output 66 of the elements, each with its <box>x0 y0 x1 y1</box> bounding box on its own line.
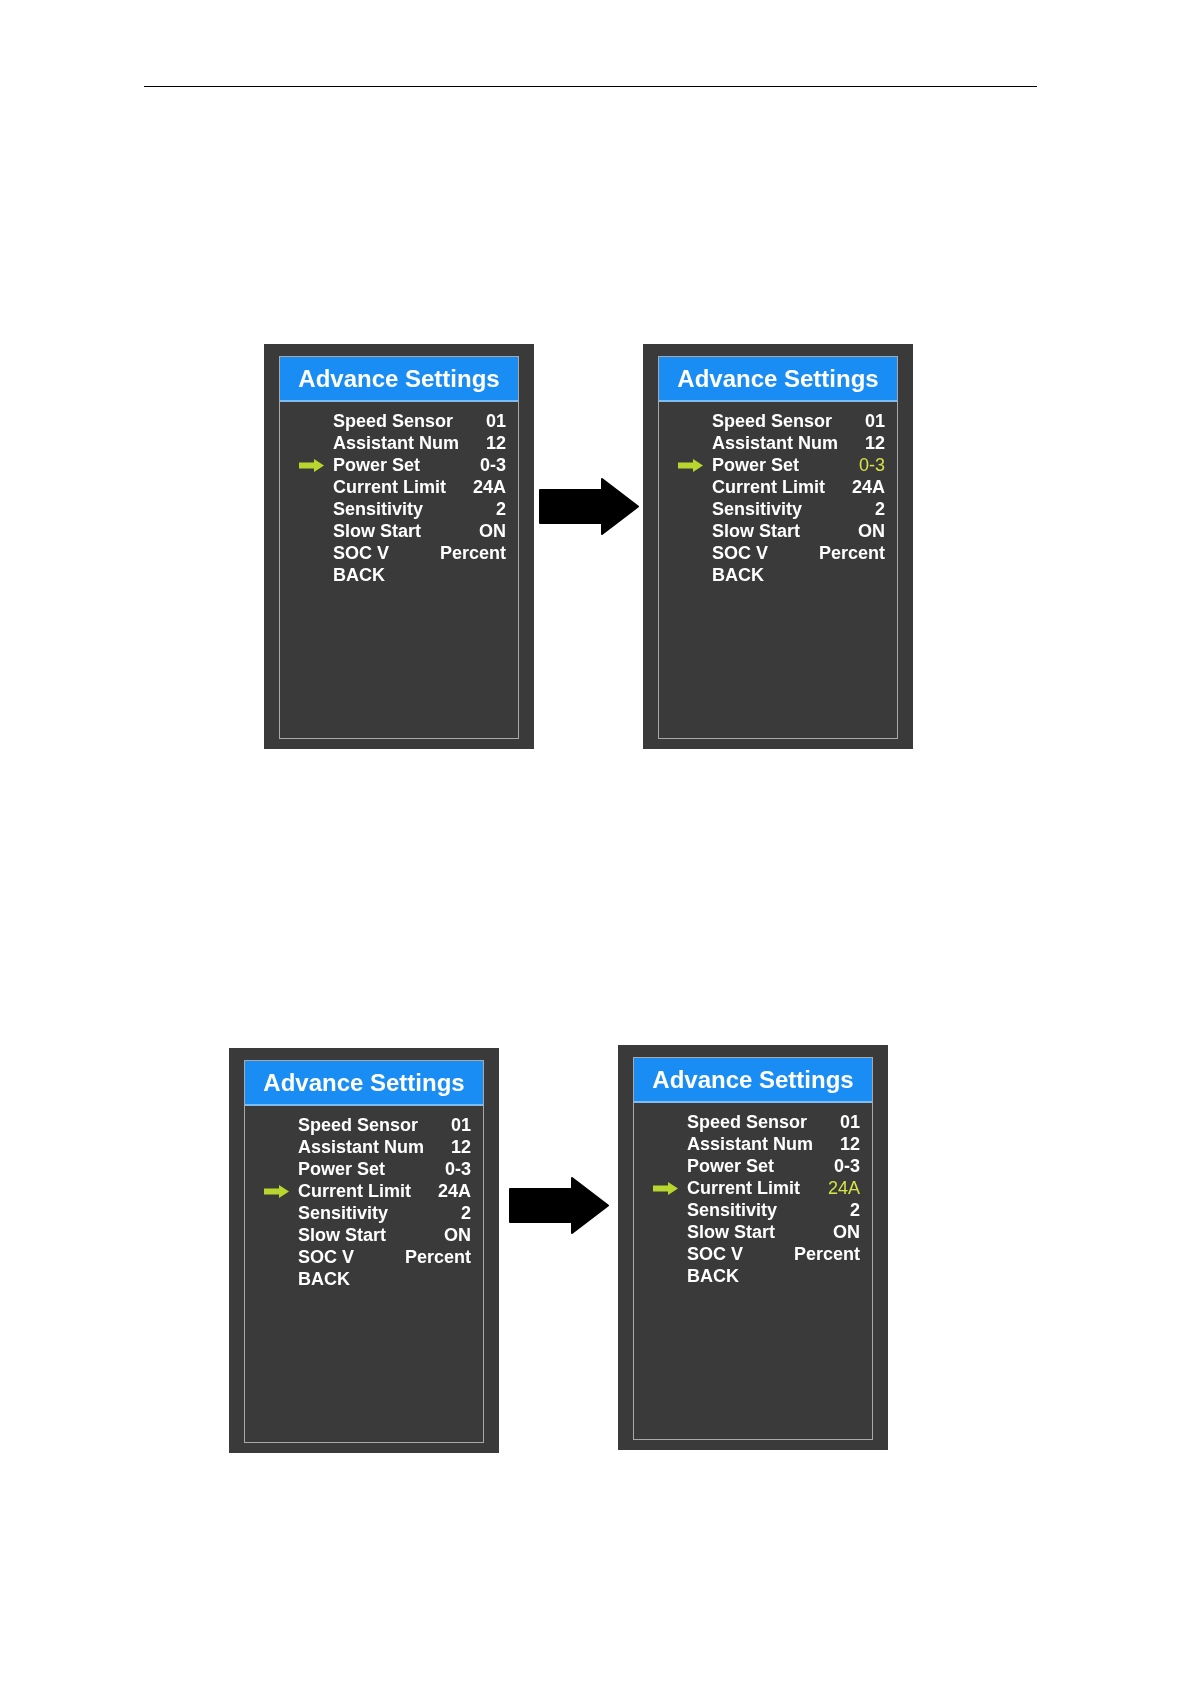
setting-value: Percent <box>818 542 885 564</box>
setting-value: 2 <box>875 498 885 520</box>
setting-value: 0-3 <box>859 454 885 476</box>
menu-item[interactable]: Sensitivity <box>687 1199 778 1221</box>
setting-value: 12 <box>485 432 506 454</box>
setting-value: 12 <box>864 432 885 454</box>
setting-value: 2 <box>850 1199 860 1221</box>
menu-item[interactable]: BACK <box>298 1268 350 1290</box>
setting-value: ON <box>479 520 506 542</box>
setting-value: 01 <box>864 410 885 432</box>
menu-item[interactable]: Speed Sensor <box>712 410 833 432</box>
setting-value: 24A <box>472 476 506 498</box>
setting-value: 12 <box>450 1136 471 1158</box>
menu-item[interactable]: Sensitivity <box>333 498 424 520</box>
setting-value: 01 <box>450 1114 471 1136</box>
menu-item[interactable]: Current Limit <box>712 476 825 498</box>
menu-item[interactable]: Sensitivity <box>298 1202 389 1224</box>
setting-value: 24A <box>437 1180 471 1202</box>
title-bar: Advance Settings <box>280 357 518 402</box>
menu-item[interactable]: Current Limit <box>333 476 446 498</box>
setting-value: 2 <box>461 1202 471 1224</box>
title-bar: Advance Settings <box>659 357 897 402</box>
setting-value: Percent <box>404 1246 471 1268</box>
menu-item[interactable]: Slow Start <box>333 520 421 542</box>
setting-value: Percent <box>793 1243 860 1265</box>
menu-item[interactable]: Sensitivity <box>712 498 803 520</box>
title-bar: Advance Settings <box>245 1061 483 1106</box>
menu-item[interactable]: Power Set <box>712 454 800 476</box>
menu-item[interactable]: Slow Start <box>712 520 800 542</box>
menu-item[interactable]: SOC V <box>687 1243 743 1265</box>
setting-value: 0-3 <box>445 1158 471 1180</box>
setting-value: 0-3 <box>480 454 506 476</box>
menu-item[interactable]: Speed Sensor <box>298 1114 419 1136</box>
setting-value: 12 <box>839 1133 860 1155</box>
setting-value: ON <box>833 1221 860 1243</box>
setting-value: 2 <box>496 498 506 520</box>
setting-value: 01 <box>485 410 506 432</box>
right-arrow-icon <box>538 478 639 535</box>
setting-value: ON <box>858 520 885 542</box>
setting-value: ON <box>444 1224 471 1246</box>
setting-value: 01 <box>839 1111 860 1133</box>
title-bar: Advance Settings <box>634 1058 872 1103</box>
menu-item[interactable]: Assistant Num <box>333 432 460 454</box>
menu-item[interactable]: BACK <box>333 564 385 586</box>
menu-item[interactable]: Power Set <box>687 1155 775 1177</box>
menu-item[interactable]: Slow Start <box>298 1224 386 1246</box>
menu-item[interactable]: SOC V <box>298 1246 354 1268</box>
setting-value: 24A <box>827 1177 860 1199</box>
menu-item[interactable]: Current Limit <box>298 1180 411 1202</box>
menu-item[interactable]: Speed Sensor <box>687 1111 808 1133</box>
menu-item[interactable]: Power Set <box>333 454 421 476</box>
setting-value: Percent <box>439 542 506 564</box>
menu-item[interactable]: Speed Sensor <box>333 410 454 432</box>
menu-item[interactable]: Current Limit <box>687 1177 800 1199</box>
menu-item[interactable]: Assistant Num <box>298 1136 425 1158</box>
menu-item[interactable]: BACK <box>687 1265 739 1287</box>
menu-item[interactable]: SOC V <box>712 542 768 564</box>
menu-item[interactable]: SOC V <box>333 542 389 564</box>
menu-item[interactable]: Slow Start <box>687 1221 775 1243</box>
menu-item[interactable]: Assistant Num <box>687 1133 814 1155</box>
right-arrow-icon <box>508 1177 609 1234</box>
menu-item[interactable]: Power Set <box>298 1158 386 1180</box>
setting-value: 0-3 <box>834 1155 860 1177</box>
setting-value: 24A <box>851 476 885 498</box>
menu-item[interactable]: Assistant Num <box>712 432 839 454</box>
menu-item[interactable]: BACK <box>712 564 764 586</box>
